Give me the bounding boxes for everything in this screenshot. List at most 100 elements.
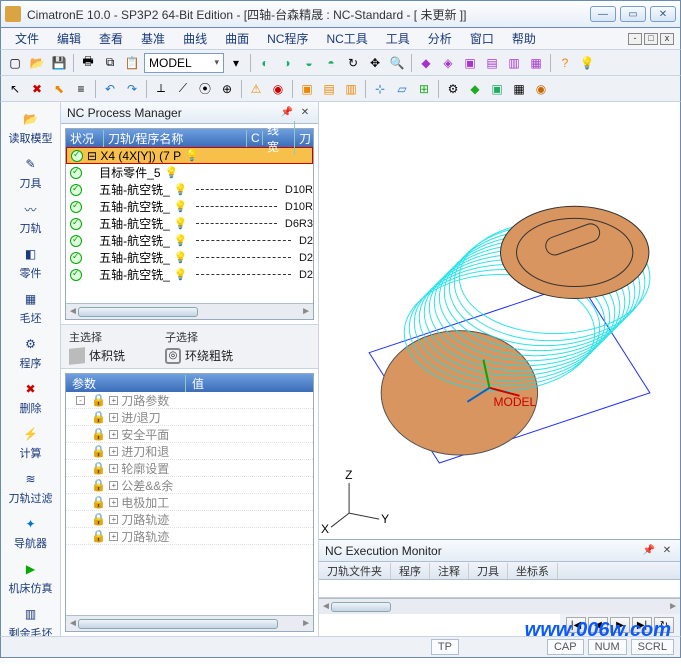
exec-hscroll[interactable]: ◄► bbox=[319, 598, 680, 614]
sidebar-item-calc[interactable]: ⚡计算 bbox=[5, 421, 57, 464]
param-row[interactable]: 🔒 + 进/退刀 bbox=[66, 409, 313, 426]
redo-icon[interactable]: ↷ bbox=[122, 79, 142, 99]
print-icon[interactable]: 🖶 bbox=[78, 53, 98, 73]
menu-datum[interactable]: 基准 bbox=[133, 28, 173, 49]
view-iso-icon[interactable]: ◓ bbox=[321, 53, 341, 73]
open-icon[interactable]: 📂 bbox=[27, 53, 47, 73]
minimize-button[interactable]: — bbox=[590, 6, 616, 22]
view-front-icon[interactable]: ◐ bbox=[255, 53, 275, 73]
sidebar-item-stock[interactable]: ▦毛坯 bbox=[5, 286, 57, 329]
sidebar-item-tool[interactable]: ✎刀具 bbox=[5, 151, 57, 194]
sidebar-item-filter[interactable]: ≋刀轨过滤 bbox=[5, 466, 57, 509]
opt1-icon[interactable]: ◆ bbox=[465, 79, 485, 99]
gear-icon[interactable]: ⚙ bbox=[443, 79, 463, 99]
new-icon[interactable]: ▢ bbox=[5, 53, 25, 73]
menu-edit[interactable]: 编辑 bbox=[49, 28, 89, 49]
ncpm-hscroll[interactable]: ◄► bbox=[66, 303, 313, 319]
panel-close-icon[interactable]: ✕ bbox=[298, 106, 312, 120]
params-hscroll[interactable]: ◄► bbox=[66, 615, 313, 631]
sidebar-item-delete[interactable]: ✖删除 bbox=[5, 376, 57, 419]
solid6-icon[interactable]: ▦ bbox=[526, 53, 546, 73]
nc1-icon[interactable]: ▣ bbox=[297, 79, 317, 99]
maximize-button[interactable]: ▭ bbox=[620, 6, 646, 22]
opt2-icon[interactable]: ▣ bbox=[487, 79, 507, 99]
plane-icon[interactable]: ▱ bbox=[392, 79, 412, 99]
solid5-icon[interactable]: ▥ bbox=[504, 53, 524, 73]
param-row[interactable]: 🔒 + 电极加工 bbox=[66, 494, 313, 511]
bulb-icon[interactable]: 💡 bbox=[577, 53, 597, 73]
menu-curve[interactable]: 曲线 bbox=[175, 28, 215, 49]
rotate-icon[interactable]: ↻ bbox=[343, 53, 363, 73]
param-row[interactable]: 🔒 + 公差&&余 bbox=[66, 477, 313, 494]
select-arrow-icon[interactable]: ↖ bbox=[5, 79, 25, 99]
menu-ncprog[interactable]: NC程序 bbox=[259, 28, 316, 49]
pick-icon[interactable]: ⬉ bbox=[49, 79, 69, 99]
param-row[interactable]: 🔒 + 轮廓设置 bbox=[66, 460, 313, 477]
csys-icon[interactable]: ⊞ bbox=[414, 79, 434, 99]
tree-row[interactable]: 目标零件_5💡 bbox=[66, 164, 313, 181]
tree-row[interactable]: 五轴-航空铣_💡D2 bbox=[66, 249, 313, 266]
solid3-icon[interactable]: ▣ bbox=[460, 53, 480, 73]
sidebar-item-remainder[interactable]: ▥剩余毛坯 bbox=[5, 601, 57, 636]
menu-surface[interactable]: 曲面 bbox=[217, 28, 257, 49]
sidebar-item-program[interactable]: ⚙程序 bbox=[5, 331, 57, 374]
view-back-icon[interactable]: ◑ bbox=[277, 53, 297, 73]
measure1-icon[interactable]: ⟂ bbox=[151, 79, 171, 99]
pin-icon[interactable]: 📌 bbox=[280, 106, 294, 120]
tree-row[interactable]: 五轴-航空铣_💡D2 bbox=[66, 266, 313, 283]
pan-icon[interactable]: ✥ bbox=[365, 53, 385, 73]
menu-nctool[interactable]: NC工具 bbox=[318, 28, 375, 49]
sidebar-item-read-model[interactable]: 📂读取模型 bbox=[5, 106, 57, 149]
paste-icon[interactable]: 📋 bbox=[122, 53, 142, 73]
menu-analyze[interactable]: 分析 bbox=[420, 28, 460, 49]
main-select-value[interactable]: 体积铣 bbox=[69, 347, 125, 364]
close-button[interactable]: ✕ bbox=[650, 6, 676, 22]
param-row[interactable]: 🔒 + 刀路轨迹 bbox=[66, 511, 313, 528]
info-icon[interactable]: ? bbox=[555, 53, 575, 73]
layer-combo[interactable]: MODEL bbox=[144, 53, 224, 73]
sidebar-item-navigator[interactable]: ✦导航器 bbox=[5, 511, 57, 554]
warn-icon[interactable]: ⚠ bbox=[246, 79, 266, 99]
measure3-icon[interactable]: ⦿ bbox=[195, 79, 215, 99]
save-icon[interactable]: 💾 bbox=[49, 53, 69, 73]
mdi-close[interactable]: x bbox=[660, 33, 674, 45]
sidebar-item-toolpath[interactable]: 〰刀轨 bbox=[5, 196, 57, 239]
solid4-icon[interactable]: ▤ bbox=[482, 53, 502, 73]
copy-icon[interactable]: ⧉ bbox=[100, 53, 120, 73]
param-row[interactable]: 🔒 + 安全平面 bbox=[66, 426, 313, 443]
sidebar-item-simulate[interactable]: ▶机床仿真 bbox=[5, 556, 57, 599]
mdi-restore[interactable]: □ bbox=[644, 33, 658, 45]
dropdown-icon[interactable]: ▾ bbox=[226, 53, 246, 73]
tree-row[interactable]: 五轴-航空铣_💡D6R3 bbox=[66, 215, 313, 232]
nc2-icon[interactable]: ▤ bbox=[319, 79, 339, 99]
3d-viewport[interactable]: MODEL Z Y X bbox=[319, 102, 680, 539]
menu-help[interactable]: 帮助 bbox=[504, 28, 544, 49]
menu-view[interactable]: 查看 bbox=[91, 28, 131, 49]
tree-row[interactable]: 五轴-航空铣_💡D10R bbox=[66, 181, 313, 198]
exec-pin-icon[interactable]: 📌 bbox=[642, 544, 656, 558]
menu-file[interactable]: 文件 bbox=[7, 28, 47, 49]
menu-tools[interactable]: 工具 bbox=[378, 28, 418, 49]
undo-icon[interactable]: ↶ bbox=[100, 79, 120, 99]
nc3-icon[interactable]: ▥ bbox=[341, 79, 361, 99]
param-row[interactable]: - 🔒 + 刀路参数 bbox=[66, 392, 313, 409]
select-x-icon[interactable]: ✖ bbox=[27, 79, 47, 99]
menu-window[interactable]: 窗口 bbox=[462, 28, 502, 49]
sub-select-value[interactable]: ◎环绕粗铣 bbox=[165, 347, 233, 364]
filter-icon[interactable]: ≡ bbox=[71, 79, 91, 99]
param-row[interactable]: 🔒 + 刀路轨迹 bbox=[66, 528, 313, 545]
view-top-icon[interactable]: ◒ bbox=[299, 53, 319, 73]
tree-row[interactable]: 五轴-航空铣_💡D10R bbox=[66, 198, 313, 215]
param-row[interactable]: 🔒 + 进刀和退 bbox=[66, 443, 313, 460]
opt4-icon[interactable]: ◉ bbox=[531, 79, 551, 99]
tree-row[interactable]: 五轴-航空铣_💡D2 bbox=[66, 232, 313, 249]
axis-icon[interactable]: ⊹ bbox=[370, 79, 390, 99]
measure4-icon[interactable]: ⊕ bbox=[217, 79, 237, 99]
sidebar-item-part[interactable]: ◧零件 bbox=[5, 241, 57, 284]
exec-close-icon[interactable]: ✕ bbox=[660, 544, 674, 558]
mdi-minimize[interactable]: - bbox=[628, 33, 642, 45]
zoom-icon[interactable]: 🔍 bbox=[387, 53, 407, 73]
opt3-icon[interactable]: ▦ bbox=[509, 79, 529, 99]
solid1-icon[interactable]: ◆ bbox=[416, 53, 436, 73]
stop-icon[interactable]: ◉ bbox=[268, 79, 288, 99]
